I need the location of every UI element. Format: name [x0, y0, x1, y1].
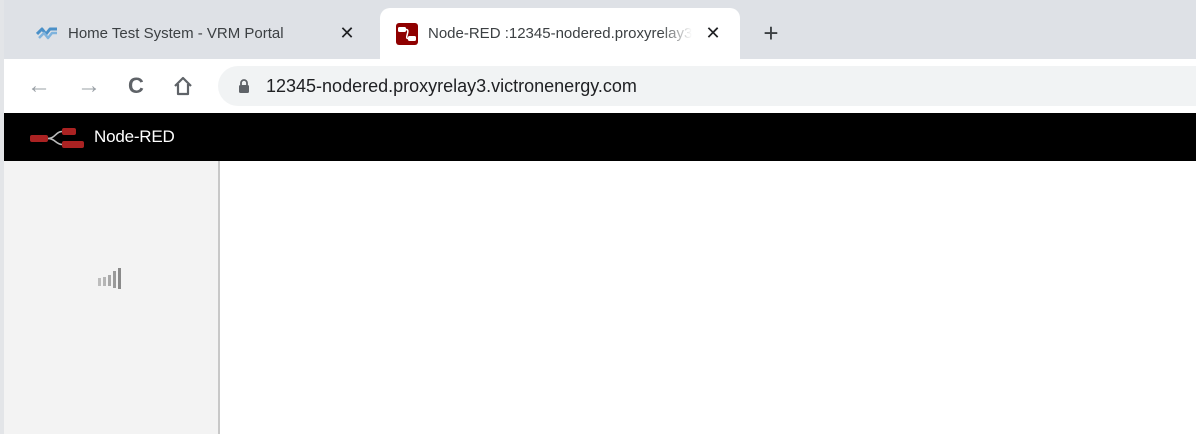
- reload-button[interactable]: C: [121, 71, 151, 101]
- tab-title: Node-RED :12345-nodered.proxyrelay3.vict…: [428, 25, 692, 42]
- close-tab-icon[interactable]: ✕: [334, 21, 360, 47]
- node-red-header: Node-RED: [4, 113, 1196, 161]
- node-palette-sidebar: [4, 161, 220, 434]
- victron-favicon-icon: [36, 23, 58, 45]
- address-url[interactable]: 12345-nodered.proxyrelay3.victronenergy.…: [266, 76, 637, 97]
- tab-node-red[interactable]: Node-RED :12345-nodered.proxyrelay3.vict…: [380, 8, 740, 59]
- tab-strip: Home Test System - VRM Portal ✕ Node-RED…: [4, 0, 1196, 59]
- node-red-title: Node-RED: [94, 127, 175, 146]
- home-button[interactable]: [168, 71, 198, 101]
- lock-icon: [236, 78, 252, 94]
- home-icon: [174, 76, 192, 96]
- node-red-favicon-icon: [396, 22, 418, 45]
- browser-window: Home Test System - VRM Portal ✕ Node-RED…: [0, 0, 1196, 434]
- new-tab-button[interactable]: +: [756, 18, 786, 48]
- node-red-logo-icon: [28, 124, 90, 150]
- browser-toolbar: ← → C 12345-nodered.proxyrelay3.victrone…: [4, 59, 1196, 113]
- forward-button[interactable]: →: [74, 71, 104, 101]
- tab-vrm-portal[interactable]: Home Test System - VRM Portal ✕: [26, 8, 374, 59]
- address-bar[interactable]: 12345-nodered.proxyrelay3.victronenergy.…: [218, 66, 1196, 106]
- tab-title: Home Test System - VRM Portal: [68, 25, 284, 42]
- back-button[interactable]: ←: [24, 71, 54, 101]
- flow-workspace[interactable]: [222, 161, 1196, 434]
- loading-spinner-icon: [98, 268, 121, 289]
- close-tab-icon[interactable]: ✕: [700, 21, 726, 47]
